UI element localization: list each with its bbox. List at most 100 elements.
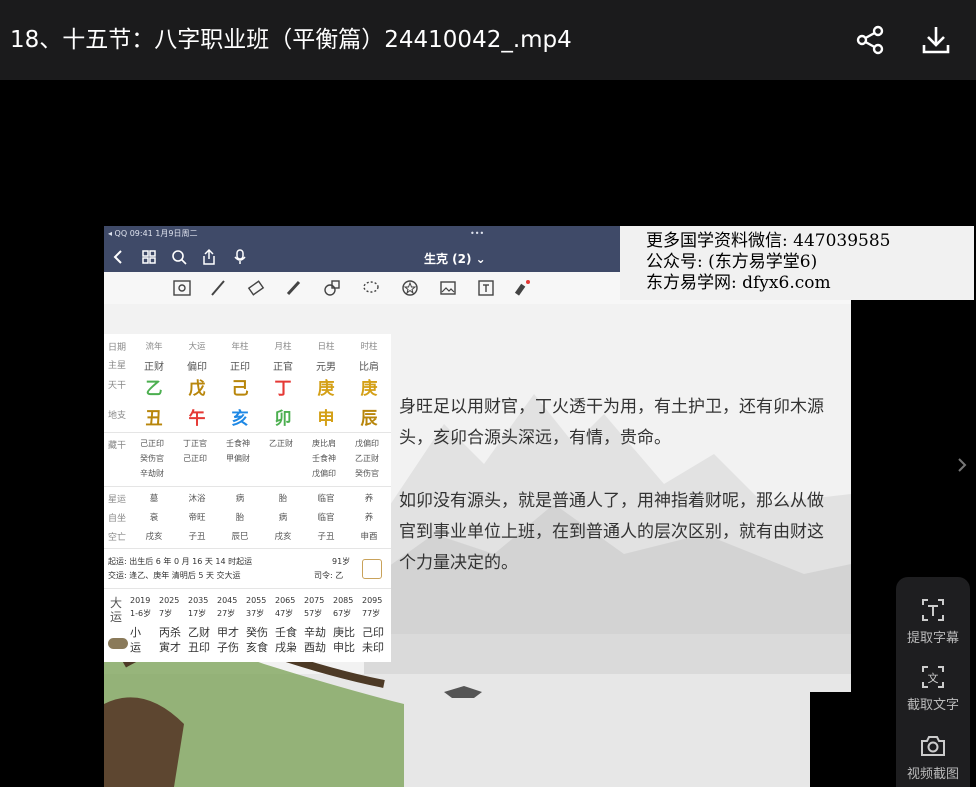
canggan-cell: 戊偏印	[312, 469, 336, 478]
tiangan-cell: 庚	[360, 379, 378, 399]
dayun-year: 2095	[362, 596, 383, 605]
watermark-line: 公众号: (东方易学堂6)	[646, 252, 818, 272]
kongwang-cell: 戌亥	[274, 532, 292, 542]
zhuxing-cell: 正财	[144, 362, 164, 373]
dizhi-cell: 辰	[360, 409, 378, 429]
shapes-icon[interactable]	[322, 278, 342, 298]
dayun-age: 27岁	[217, 609, 236, 618]
back-icon[interactable]	[110, 248, 128, 266]
dayun-year: 2045	[217, 596, 238, 605]
dayun-year: 2019	[130, 596, 151, 605]
zhuxing-cell: 偏印	[187, 362, 207, 373]
lasso-select-icon[interactable]	[172, 278, 192, 298]
dayun-age: 37岁	[246, 609, 265, 618]
image-icon[interactable]	[438, 278, 458, 298]
zhuxing-cell: 比肩	[359, 362, 379, 373]
canggan-cell: 辛劫财	[140, 469, 164, 478]
kongwang-cell: 子丑	[317, 532, 335, 542]
dayun-toggle[interactable]	[108, 638, 128, 649]
row-label-kongwang: 空亡	[108, 533, 127, 543]
divider	[104, 548, 391, 549]
canggan-cell: 甲偏财	[226, 454, 250, 463]
explanation-paragraph-2: 如卯没有源头，就是普通人了，用神指着财呢，那么从做官到事业单位上班，在到普通人的…	[399, 491, 824, 573]
siling-text: 司令: 乙	[314, 571, 344, 580]
dayun-stem: 辛劫	[304, 626, 326, 639]
divider	[104, 486, 391, 487]
grid-icon[interactable]	[140, 248, 158, 266]
dayun-age: 7岁	[159, 609, 173, 618]
zizuo-cell: 胎	[235, 513, 245, 523]
lasso-icon[interactable]	[361, 278, 381, 298]
age-text: 91岁	[332, 557, 351, 566]
share-icon[interactable]	[852, 22, 888, 58]
row-label-xingyun: 星运	[108, 495, 127, 505]
subtitle-icon	[922, 599, 944, 621]
status-left: ◂ QQ 09:41 1月9日周二	[108, 229, 198, 238]
dizhi-cell: 申	[317, 409, 335, 429]
dayun-year: 2085	[333, 596, 354, 605]
divider	[104, 432, 391, 433]
eraser-icon[interactable]	[246, 278, 266, 298]
slide-canvas: 日期 主星 天干 地支 藏干 星运 自坐 空亡 流年 大运 年柱 月柱 日柱 时…	[104, 304, 851, 787]
canggan-cell: 乙正财	[269, 439, 293, 448]
dayun-year: 2035	[188, 596, 209, 605]
side-tool-panel: 提取字幕 文 截取文字 视频截图	[896, 577, 970, 787]
qiyun-text: 起运: 出生后 6 年 0 月 16 天 14 时起运	[108, 557, 253, 566]
dayun-branch: 酉劫	[304, 641, 326, 654]
canggan-cell: 庚比肩	[312, 439, 336, 448]
video-frame[interactable]: ◂ QQ 09:41 1月9日周二 ••• 生克 (2) ⌄ 日期 主星 天干 …	[104, 226, 851, 787]
column-header: 日柱	[317, 342, 335, 352]
dayun-year: 2065	[275, 596, 296, 605]
tiangan-cell: 丁	[274, 379, 292, 399]
canggan-cell: 癸伤官	[140, 454, 164, 463]
kongwang-cell: 辰巳	[231, 532, 249, 542]
extract-subtitles-label: 提取字幕	[906, 631, 959, 646]
zhuxing-cell: 元男	[316, 362, 336, 373]
dizhi-cell: 亥	[231, 409, 249, 429]
pen-icon[interactable]	[208, 278, 228, 298]
sticker-icon[interactable]	[400, 278, 420, 298]
download-icon[interactable]	[918, 22, 954, 58]
zizuo-cell: 临官	[317, 513, 335, 523]
row-label-zhuxing: 主星	[108, 361, 127, 371]
row-label-canggan: 藏干	[108, 441, 127, 451]
zizuo-cell: 衰	[149, 513, 159, 523]
dayun-branch: 戌枭	[275, 641, 297, 654]
chevron-right-icon[interactable]	[954, 455, 970, 475]
extract-text-button[interactable]: 文 截取文字	[896, 662, 970, 713]
dayun-label: 大运	[110, 596, 123, 624]
canggan-cell: 乙正财	[355, 454, 379, 463]
video-screenshot-label: 视频截图	[906, 767, 959, 782]
canggan-cell: 己正印	[140, 439, 164, 448]
upload-icon[interactable]	[200, 248, 218, 266]
dayun-stem: 壬食	[275, 626, 297, 639]
xingyun-cell: 养	[364, 494, 374, 504]
row-label-date: 日期	[108, 343, 127, 353]
camera-icon	[921, 736, 945, 756]
row-label-zizuo: 自坐	[108, 514, 127, 524]
zizuo-cell: 养	[364, 513, 374, 523]
canggan-cell: 壬食神	[312, 454, 336, 463]
video-screenshot-button[interactable]: 视频截图	[896, 731, 970, 782]
column-header: 时柱	[360, 342, 378, 352]
search-icon[interactable]	[170, 248, 188, 266]
canggan-cell: 丁正官	[183, 439, 207, 448]
column-header: 年柱	[231, 342, 249, 352]
dayun-branch: 丑印	[188, 641, 210, 654]
tiangan-cell: 乙	[145, 379, 163, 399]
kongwang-cell: 戌亥	[145, 532, 163, 542]
textbox-icon[interactable]	[476, 278, 496, 298]
svg-text:文: 文	[928, 671, 939, 685]
microphone-icon[interactable]	[231, 248, 249, 266]
zizuo-cell: 病	[278, 513, 288, 523]
calendar-icon[interactable]	[362, 559, 382, 579]
dayun-branch: 寅才	[159, 641, 181, 654]
dayun-age: 57岁	[304, 609, 323, 618]
kongwang-cell: 申酉	[360, 532, 378, 542]
laser-pointer-icon[interactable]	[512, 278, 532, 298]
extract-subtitles-button[interactable]: 提取字幕	[896, 595, 970, 646]
dayun-stem: 甲才	[217, 626, 239, 639]
dayun-age: 67岁	[333, 609, 352, 618]
document-title[interactable]: 生克 (2) ⌄	[424, 250, 486, 267]
highlighter-icon[interactable]	[284, 278, 304, 298]
